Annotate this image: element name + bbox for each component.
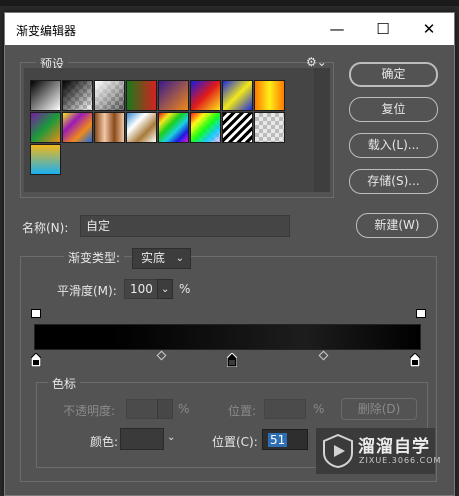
watermark-brand: 溜溜自学	[358, 437, 430, 457]
position-value: 51	[268, 433, 288, 447]
opacity-input[interactable]	[126, 399, 158, 419]
name-field[interactable]: 自定	[80, 215, 290, 237]
swatch-blue-red-yellow[interactable]	[190, 80, 221, 111]
color-label: 颜色:	[90, 435, 119, 449]
color-chevron-icon[interactable]: ⌄	[167, 432, 175, 443]
position-input[interactable]: 51	[262, 429, 308, 450]
swatch-neutral-density[interactable]	[254, 112, 285, 143]
swatch-violet-green-orange[interactable]	[30, 112, 61, 143]
smoothness-unit: %	[179, 282, 191, 296]
gradient-type-dropdown[interactable]: 实底 ⌄	[132, 248, 191, 269]
color-stop-right[interactable]	[410, 353, 420, 367]
ok-button[interactable]: 确定	[349, 62, 438, 87]
position-label: 位置(C):	[212, 435, 258, 449]
color-stops-label: 色标	[48, 375, 81, 392]
smoothness-chevron-icon[interactable]: ⌄	[157, 279, 173, 299]
swatch-transparent-stripes[interactable]	[222, 112, 253, 143]
swatch-green-red[interactable]	[126, 80, 157, 111]
chevron-down-icon: ⌄	[175, 253, 184, 264]
opacity-unit: %	[178, 402, 190, 416]
smoothness-label: 平滑度(M):	[57, 284, 117, 298]
name-label: 名称(N):	[22, 221, 69, 235]
swatch-orange-yellow-orange[interactable]	[254, 80, 285, 111]
opacity-position-input[interactable]	[264, 399, 306, 419]
delete-opacity-stop-button[interactable]: 删除(D)	[341, 398, 417, 420]
swatch-transparent-rainbow[interactable]	[190, 112, 221, 143]
opacity-stop-left[interactable]	[31, 309, 41, 318]
title-bar: 渐变编辑器 — ☐ ✕	[5, 13, 454, 45]
dialog-title: 渐变编辑器	[16, 24, 77, 38]
watermark: 溜溜自学 ZIXUE.3066.COM	[316, 428, 440, 474]
opacity-position-label: 位置:	[228, 404, 257, 418]
opacity-position-unit: %	[313, 402, 325, 416]
swatch-black-white[interactable]	[30, 80, 61, 111]
background-strip	[0, 0, 459, 6]
gradient-preview-bar[interactable]	[34, 324, 421, 350]
swatch-yellow-violet-orange-blue[interactable]	[62, 112, 93, 143]
load-button[interactable]: 载入(L)...	[349, 133, 438, 158]
color-swatch[interactable]	[120, 428, 164, 450]
maximize-button[interactable]: ☐	[360, 13, 406, 45]
opacity-label: 不透明度:	[63, 404, 116, 418]
smoothness-input[interactable]: 100	[124, 279, 158, 299]
swatch-cyan-yellow[interactable]	[30, 144, 61, 175]
gradient-type-value: 实底	[141, 251, 166, 265]
swatch-blue-yellow-blue[interactable]	[222, 80, 253, 111]
swatch-violet-orange[interactable]	[158, 80, 189, 111]
swatch-copper[interactable]	[94, 112, 125, 143]
opacity-dropdown[interactable]	[157, 399, 173, 419]
reset-button[interactable]: 复位	[349, 97, 438, 122]
presets-gear-icon[interactable]: ⚙⌄	[306, 55, 327, 69]
swatch-spectrum[interactable]	[158, 112, 189, 143]
save-button[interactable]: 存储(S)...	[349, 169, 438, 194]
color-stop-left[interactable]	[31, 353, 41, 367]
close-button[interactable]: ✕	[406, 13, 452, 45]
swatch-black-transparent[interactable]	[62, 80, 93, 111]
watermark-url: ZIXUE.3066.COM	[359, 456, 442, 465]
play-shield-icon	[323, 434, 353, 468]
color-stop-middle-selected[interactable]	[227, 353, 237, 367]
new-button[interactable]: 新建(W)	[356, 213, 438, 238]
presets-scrollbar[interactable]	[314, 68, 330, 192]
opacity-stop-right[interactable]	[416, 309, 426, 318]
swatch-chrome[interactable]	[126, 112, 157, 143]
swatch-white-transparent[interactable]	[94, 80, 125, 111]
preset-swatch-grid	[24, 68, 330, 192]
minimize-button[interactable]: —	[314, 13, 360, 45]
gradient-type-label: 渐变类型:	[64, 249, 125, 266]
